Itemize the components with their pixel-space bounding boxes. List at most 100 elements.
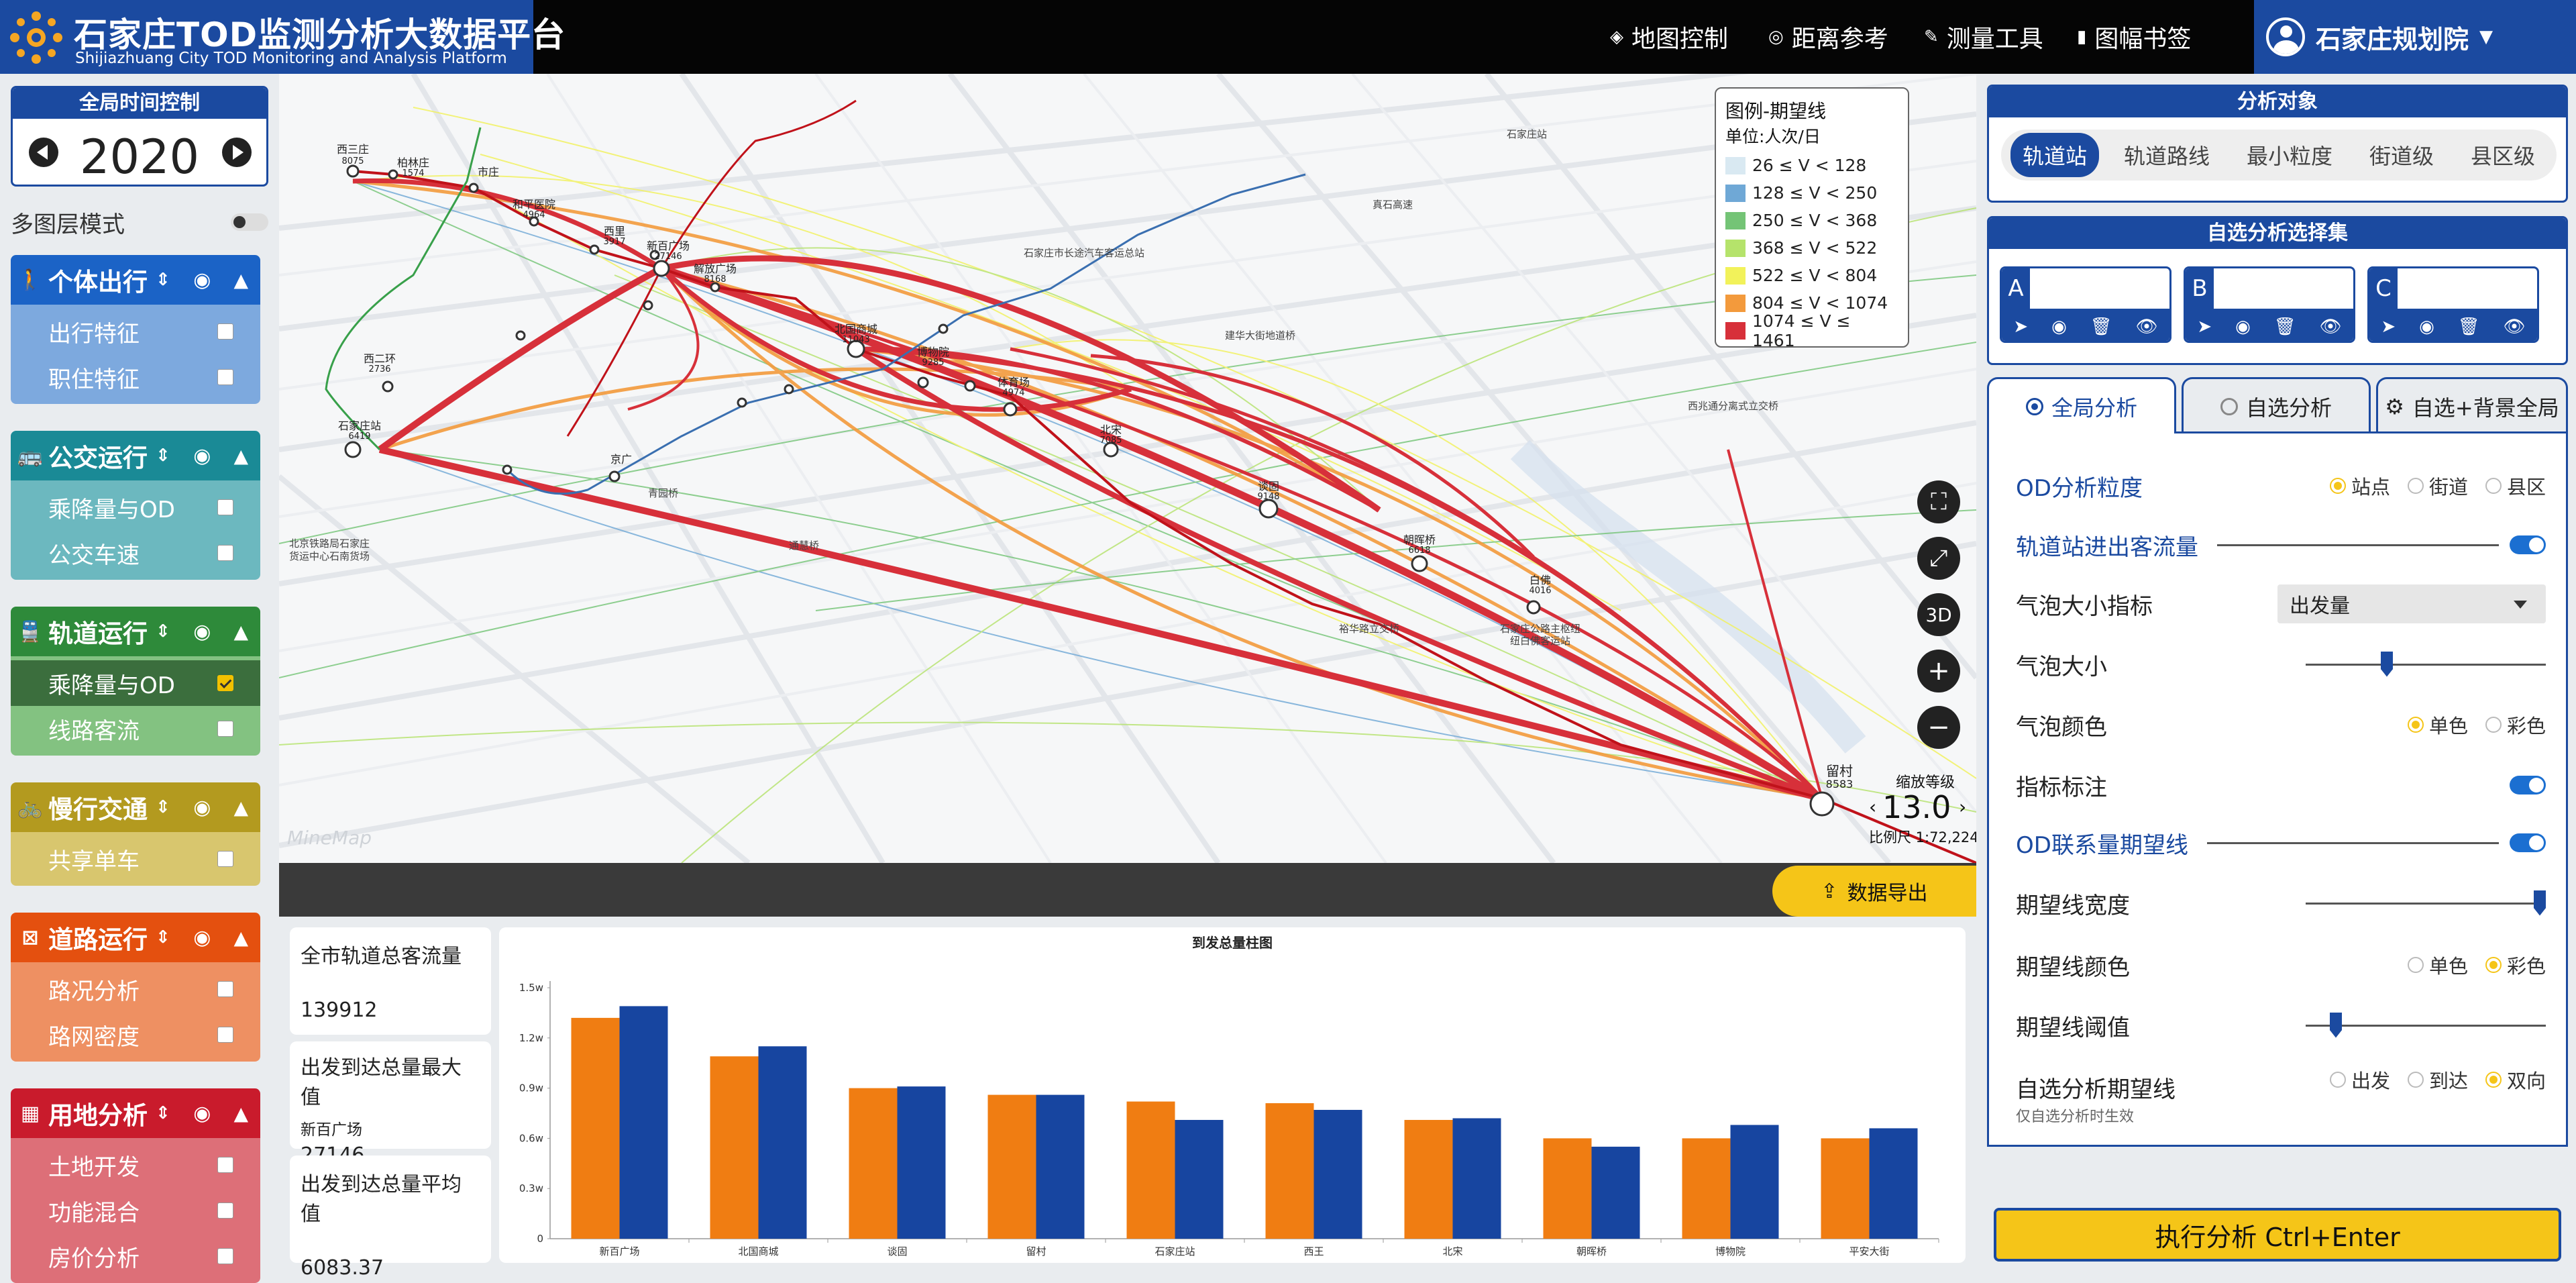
tab-global-analysis[interactable]: 全局分析 [1987,377,2176,433]
category-header[interactable]: ⊠ 道路运行 ⇕ ◉ ▲ [11,913,260,962]
line-width-slider[interactable] [2306,890,2546,916]
category-header[interactable]: 🚶 个体出行 ⇕ ◉ ▲ [11,255,260,305]
bar-arrive[interactable] [1452,1118,1501,1239]
nav-distance-reference[interactable]: ◎ 距离参考 [1768,0,1888,74]
cursor-icon[interactable]: ➤ [2197,317,2212,337]
bar-depart[interactable] [1821,1138,1870,1239]
bar-depart[interactable] [571,1017,620,1239]
nav-measure-tool[interactable]: ✎ 测量工具 [1924,0,2043,74]
layer-item-road-condition[interactable]: 路况分析 [11,966,260,1012]
chevron-up-icon[interactable]: ▲ [233,927,248,949]
layer-item-travel-feature[interactable]: 出行特征 [11,309,260,354]
layer-checkbox[interactable] [217,981,233,997]
zoom-decrease-icon[interactable]: ‹ [1869,796,1876,818]
chevron-up-icon[interactable]: ▲ [233,797,248,819]
radio-multi-color[interactable]: 彩色 [2485,951,2546,979]
layer-checkbox[interactable] [217,323,233,340]
target-icon[interactable]: ◉ [2235,317,2251,337]
layer-item-road-density[interactable]: 路网密度 [11,1012,260,1058]
run-analysis-button[interactable]: 执行分析 Ctrl+Enter [1994,1208,2561,1262]
target-county-level[interactable]: 县区级 [2459,133,2547,177]
bar-arrive[interactable] [1175,1119,1224,1239]
selection-set-a[interactable]: A ➤ ◉ 🗑 👁 [2000,266,2171,343]
radio-county[interactable]: 县区 [2485,472,2546,500]
bar-arrive[interactable] [1869,1128,1918,1239]
layer-checkbox[interactable] [217,1202,233,1219]
bar-depart[interactable] [710,1056,759,1239]
selection-set-c[interactable]: C ➤ ◉ 🗑 👁 [2367,266,2539,343]
layer-checkbox[interactable] [217,675,233,691]
chevron-up-icon[interactable]: ▲ [233,1102,248,1125]
target-rail-route[interactable]: 轨道路线 [2112,133,2222,177]
layer-checkbox[interactable] [217,851,233,867]
target-icon[interactable]: ◉ [2051,317,2067,337]
bar-depart[interactable] [1404,1119,1453,1239]
target-street-level[interactable]: 街道级 [2357,133,2446,177]
eye-icon[interactable]: ◉ [193,796,211,819]
bar-depart[interactable] [1126,1101,1175,1239]
indicator-label-toggle[interactable] [2510,776,2546,794]
tab-custom-background[interactable]: ⚙ 自选+背景全局 [2376,377,2568,433]
layer-checkbox[interactable] [217,1027,233,1043]
layer-item-job-housing[interactable]: 职住特征 [11,354,260,400]
fullscreen-button[interactable]: ⤢ [1917,537,1960,580]
layer-item-house-price[interactable]: 房价分析 [11,1233,260,1279]
category-header[interactable]: ▦ 用地分析 ⇕ ◉ ▲ [11,1088,260,1138]
chevron-up-icon[interactable]: ▲ [233,269,248,291]
trash-icon[interactable]: 🗑 [2274,317,2296,337]
od-lines-toggle[interactable] [2510,833,2546,852]
eye-icon[interactable]: 👁 [2504,317,2526,337]
multi-layer-toggle[interactable] [231,213,268,231]
next-year-button[interactable] [222,138,252,167]
zoom-in-button[interactable]: + [1917,650,1960,692]
chevron-up-icon[interactable]: ▲ [233,621,248,643]
eye-icon[interactable]: 👁 [2320,317,2342,337]
cursor-icon[interactable]: ➤ [2013,317,2028,337]
target-rail-station[interactable]: 轨道站 [2010,133,2100,177]
category-header[interactable]: 🚲 慢行交通 ⇕ ◉ ▲ [11,782,260,832]
layer-item-land-development[interactable]: 土地开发 [11,1142,260,1188]
eye-icon[interactable]: ◉ [193,268,211,292]
locate-button[interactable]: ⛶ [1917,480,1960,523]
layer-checkbox[interactable] [217,545,233,561]
nav-bookmarks[interactable]: ▮ 图幅书签 [2077,0,2191,74]
bar-arrive[interactable] [897,1086,946,1239]
bubble-size-slider[interactable] [2306,651,2546,677]
bar-depart[interactable] [987,1094,1036,1239]
target-icon[interactable]: ◉ [2419,317,2434,337]
layer-item-bus-od[interactable]: 乘降量与OD [11,484,260,530]
toggle-3d-button[interactable]: 3D [1917,593,1960,636]
layer-checkbox[interactable] [217,499,233,515]
radio-arrive[interactable]: 到达 [2407,1066,2468,1094]
bar-arrive[interactable] [758,1046,807,1239]
layer-item-function-mix[interactable]: 功能混合 [11,1188,260,1233]
trash-icon[interactable]: 🗑 [2458,317,2480,337]
radio-station[interactable]: 站点 [2329,472,2390,500]
layer-item-rail-od[interactable]: 乘降量与OD [11,660,260,706]
slider-handle[interactable] [2381,651,2393,677]
layer-checkbox[interactable] [217,1157,233,1173]
bar-arrive[interactable] [1730,1125,1779,1239]
bar-depart[interactable] [1265,1103,1314,1239]
layer-checkbox[interactable] [217,369,233,385]
selection-set-b[interactable]: B ➤ ◉ 🗑 👁 [2184,266,2355,343]
zoom-out-button[interactable]: − [1917,706,1960,749]
bar-arrive[interactable] [1036,1094,1085,1239]
bar-arrive[interactable] [619,1006,668,1239]
radio-single-color[interactable]: 单色 [2407,711,2468,739]
bar-depart[interactable] [1682,1138,1731,1239]
radio-multi-color[interactable]: 彩色 [2485,711,2546,739]
map-canvas[interactable]: 西三庄 8075 柏林庄 1574 市庄 和平医院 4964 西里 3917 新百广场 2… [279,74,1976,863]
cursor-icon[interactable]: ➤ [2381,317,2396,337]
eye-icon[interactable]: ◉ [193,620,211,644]
radio-single-color[interactable]: 单色 [2407,951,2468,979]
radio-both[interactable]: 双向 [2485,1066,2546,1094]
eye-icon[interactable]: ◉ [193,1102,211,1125]
layer-item-line-flow[interactable]: 线路客流 [11,706,260,752]
eye-icon[interactable]: ◉ [193,926,211,950]
tab-custom-analysis[interactable]: 自选分析 [2182,377,2371,433]
layer-checkbox[interactable] [217,1248,233,1264]
radio-street[interactable]: 街道 [2407,472,2468,500]
line-threshold-slider[interactable] [2306,1012,2546,1038]
category-header[interactable]: 🚆 轨道运行 ⇕ ◉ ▲ [11,607,260,656]
